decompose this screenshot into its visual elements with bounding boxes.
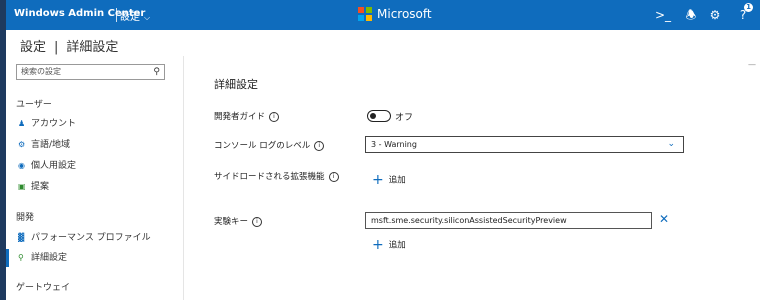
- bell-icon[interactable]: 🕭: [682, 6, 700, 24]
- gear-icon[interactable]: ⚙: [706, 6, 724, 24]
- brand-name: Microsoft: [377, 7, 432, 21]
- top-bar: Windows Admin Center 設定 ⌵ Microsoft >_ 🕭 …: [6, 0, 760, 30]
- microsoft-logo-icon: [358, 7, 372, 21]
- developer-guide-text: 開発者ガイド: [214, 112, 266, 122]
- sideload-text: サイドロードされる拡張機能: [214, 172, 325, 182]
- info-icon[interactable]: i: [252, 216, 263, 227]
- group-label-development: 開発: [16, 213, 35, 223]
- plus-icon: +: [372, 237, 384, 253]
- console-log-label: コンソール ログのレベル i: [214, 139, 325, 151]
- remove-key-icon[interactable]: ✕: [659, 212, 669, 226]
- sideload-add-button[interactable]: + 追加: [372, 172, 406, 188]
- sidebar: 検索の設定 ⚲ ユーザー ♟ アカウント ⚙ 言語/地域 ◉ 個人用設定 ▣ 提案 開発…: [6, 56, 184, 300]
- title-separator: [116, 8, 117, 22]
- breadcrumb-current: 詳細設定: [66, 40, 119, 55]
- search-icon: ⚲: [153, 67, 160, 77]
- sidebar-item-label: 個人用設定: [31, 161, 77, 171]
- group-label-gateway: ゲートウェイ: [16, 283, 71, 293]
- toggle-knob: [370, 113, 376, 119]
- search-placeholder: 検索の設定: [21, 67, 61, 76]
- experiment-key-label: 実験キー i: [214, 215, 263, 227]
- more-indicator: —: [748, 60, 756, 69]
- sidebar-item-suggestions[interactable]: ▣ 提案: [18, 178, 182, 196]
- select-value: 3 - Warning: [371, 140, 417, 149]
- help-icon[interactable]: ? 1: [734, 3, 753, 24]
- chart-icon: ▓: [18, 233, 25, 242]
- info-icon[interactable]: i: [314, 140, 325, 151]
- plus-icon: +: [372, 172, 384, 188]
- settings-menu-label: 設定: [120, 12, 140, 23]
- add-label: 追加: [388, 240, 406, 251]
- sidebar-item-account[interactable]: ♟ アカウント: [18, 115, 182, 133]
- key-icon: ⚲: [18, 253, 24, 262]
- sidebar-item-performance-profile[interactable]: ▓ パフォーマンス プロファイル: [18, 229, 182, 247]
- sidebar-item-label: 詳細設定: [31, 253, 68, 263]
- page-heading: 詳細設定: [214, 78, 258, 91]
- active-indicator: [6, 249, 9, 267]
- sidebar-item-advanced[interactable]: ⚲ 詳細設定: [18, 249, 182, 267]
- microsoft-logo: Microsoft: [358, 7, 432, 21]
- developer-guide-label: 開発者ガイド i: [214, 110, 280, 122]
- chevron-down-icon: ⌄: [667, 139, 675, 149]
- gear-icon: ⚙: [18, 140, 26, 149]
- experiment-key-add-button[interactable]: + 追加: [372, 237, 406, 253]
- sidebar-item-language[interactable]: ⚙ 言語/地域: [18, 136, 182, 154]
- sidebar-item-label: アカウント: [31, 119, 77, 129]
- breadcrumb-root: 設定: [20, 40, 47, 55]
- input-value: msft.sme.security.siliconAssistedSecurit…: [371, 216, 567, 225]
- sidebar-item-label: 言語/地域: [31, 140, 71, 150]
- app-window: Windows Admin Center 設定 ⌵ Microsoft >_ 🕭 …: [6, 0, 760, 300]
- sidebar-item-label: 提案: [31, 182, 50, 192]
- chevron-down-icon: ⌵: [144, 13, 151, 22]
- info-icon[interactable]: i: [328, 171, 339, 182]
- palette-icon: ◉: [18, 161, 25, 170]
- sidebar-item-label: パフォーマンス プロファイル: [31, 233, 151, 243]
- powershell-icon[interactable]: >_: [654, 6, 672, 24]
- person-icon: ♟: [18, 119, 26, 128]
- sidebar-item-personalization[interactable]: ◉ 個人用設定: [18, 157, 182, 175]
- notification-badge: 1: [744, 3, 753, 12]
- lightbulb-icon: ▣: [18, 182, 26, 191]
- experiment-key-text: 実験キー: [214, 217, 249, 227]
- console-log-text: コンソール ログのレベル: [214, 141, 311, 151]
- console-log-select[interactable]: 3 - Warning ⌄: [365, 136, 684, 153]
- search-input[interactable]: 検索の設定 ⚲: [16, 64, 165, 80]
- developer-guide-toggle[interactable]: [367, 110, 391, 122]
- settings-menu[interactable]: 設定 ⌵: [120, 8, 150, 23]
- info-icon[interactable]: i: [269, 111, 280, 122]
- sideload-label: サイドロードされる拡張機能 i: [214, 170, 339, 182]
- add-label: 追加: [388, 175, 406, 186]
- toggle-state: オフ: [395, 113, 414, 123]
- experiment-key-input[interactable]: msft.sme.security.siliconAssistedSecurit…: [365, 212, 652, 229]
- breadcrumb: 設定 | 詳細設定: [20, 40, 119, 55]
- group-label-users: ユーザー: [16, 100, 52, 110]
